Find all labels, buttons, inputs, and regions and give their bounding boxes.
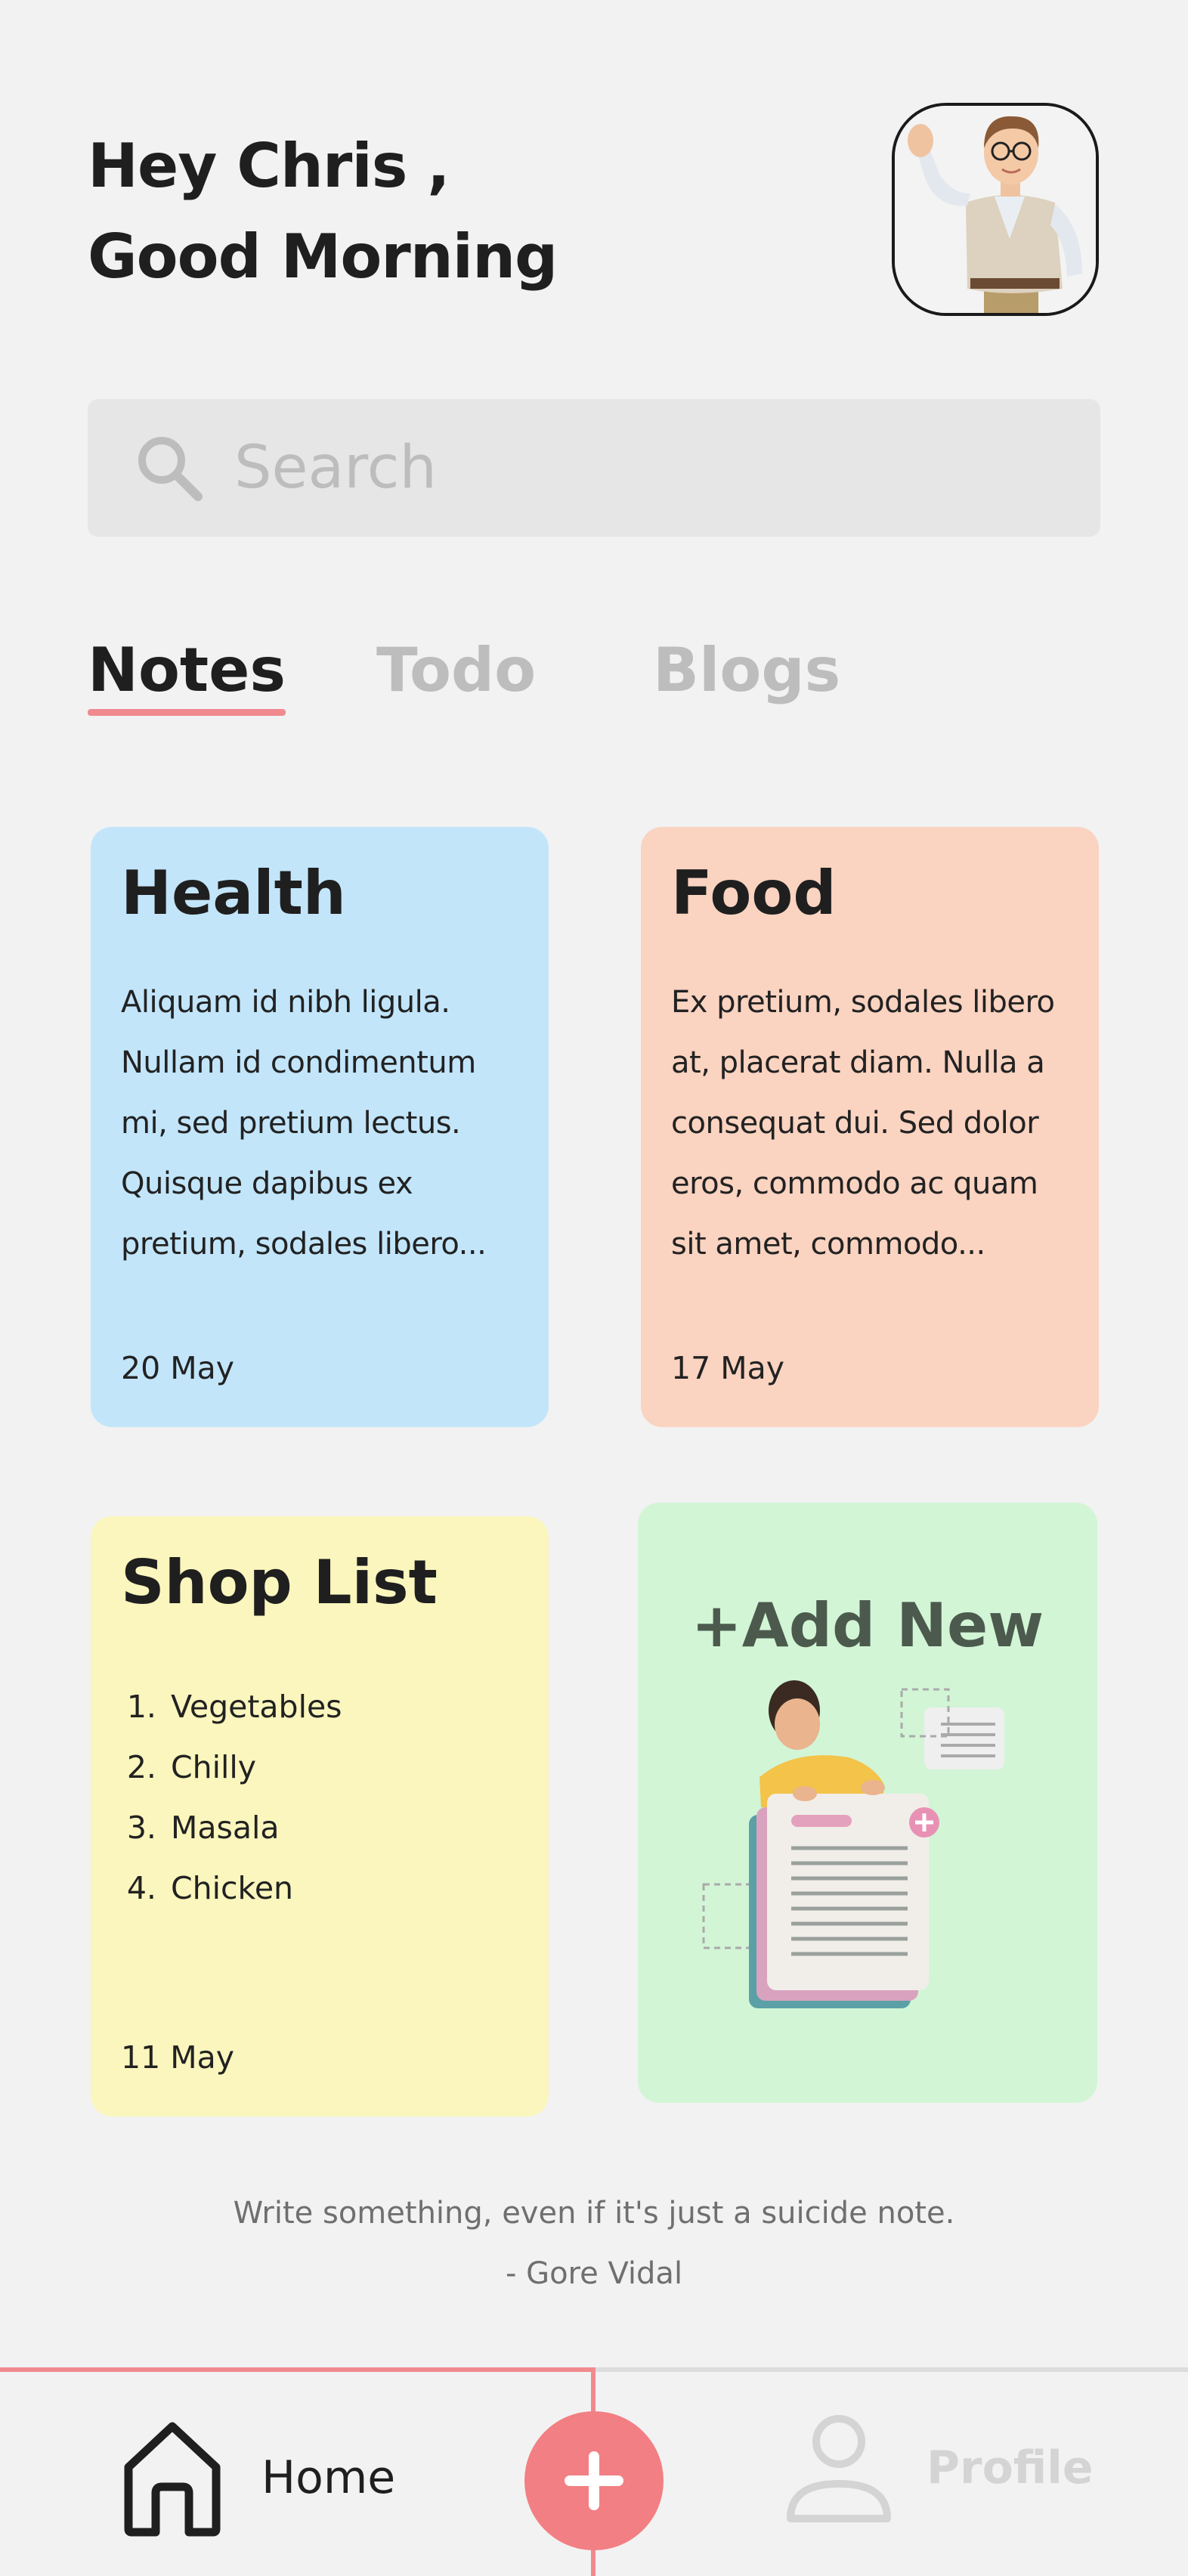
card-date: 11 May (121, 2039, 234, 2076)
shop-list: Vegetables Chilly Masala Chicken (121, 1677, 518, 1918)
card-date: 17 May (671, 1350, 784, 1386)
search-icon (138, 437, 203, 501)
card-body-line: at, placerat diam. Nulla a (671, 1045, 1045, 1080)
card-body-line: Nullam id condimentum (121, 1045, 476, 1080)
avatar-character-icon (895, 106, 1096, 313)
card-body-line: sit amet, commodo... (671, 1227, 985, 1262)
list-item: Vegetables (166, 1677, 518, 1737)
list-item: Chilly (166, 1737, 518, 1797)
add-new-note-card[interactable]: +Add New (638, 1503, 1097, 2103)
card-date: 20 May (121, 1350, 234, 1386)
profile-icon (787, 2415, 891, 2522)
add-new-label: +Add New (691, 1590, 1044, 1661)
avatar[interactable] (892, 103, 1099, 316)
note-card-food[interactable]: Food Ex pretium, sodales libero at, plac… (641, 827, 1099, 1427)
card-body-line: eros, commodo ac quam (671, 1166, 1038, 1201)
nav-divider (594, 2367, 1188, 2372)
card-body-line: Aliquam id nibh ligula. (121, 985, 450, 1020)
nav-profile-label: Profile (927, 2441, 1094, 2494)
plus-icon (565, 2451, 623, 2510)
list-item: Masala (166, 1797, 518, 1858)
notes-illustration-icon (702, 1680, 1004, 2008)
quote-text: Write something, even if it's just a sui… (233, 2196, 955, 2231)
greeting-time: Good Morning (88, 221, 558, 292)
card-title: Food (671, 858, 837, 928)
card-title: Health (121, 858, 346, 928)
quote-author: - Gore Vidal (505, 2256, 683, 2291)
search-input[interactable] (233, 433, 992, 503)
bottom-navigation: Home Profile (0, 2358, 1188, 2576)
nav-profile-button[interactable]: Profile (784, 2411, 1094, 2525)
search-bar[interactable] (88, 399, 1100, 537)
greeting-name: Hey Chris , (88, 131, 450, 201)
card-body: Aliquam id nibh ligula. Nullam id condim… (121, 972, 518, 1274)
note-card-shop-list[interactable]: Shop List Vegetables Chilly Masala Chick… (91, 1516, 549, 2116)
nav-divider-active (0, 2367, 594, 2372)
tab-notes[interactable]: Notes (88, 635, 286, 716)
quote: Write something, even if it's just a sui… (0, 2183, 1188, 2304)
card-body-line: Ex pretium, sodales libero (671, 985, 1055, 1020)
card-body-line: Quisque dapibus ex (121, 1166, 413, 1201)
card-body: Ex pretium, sodales libero at, placerat … (671, 972, 1069, 1274)
card-body-line: pretium, sodales libero... (121, 1227, 487, 1262)
greeting: Hey Chris , Good Morning (88, 121, 558, 302)
card-body-line: mi, sed pretium lectus. (121, 1106, 461, 1141)
card-title: Shop List (121, 1547, 438, 1618)
tab-todo[interactable]: Todo (376, 635, 536, 705)
tab-blogs[interactable]: Blogs (653, 635, 840, 705)
home-icon (124, 2422, 221, 2537)
list-item: Chicken (166, 1858, 518, 1918)
add-note-button[interactable] (524, 2411, 664, 2550)
nav-home-label: Home (261, 2451, 396, 2504)
card-body-line: consequat dui. Sed dolor (671, 1106, 1039, 1141)
note-card-health[interactable]: Health Aliquam id nibh ligula. Nullam id… (91, 827, 549, 1427)
nav-home-button[interactable]: Home (119, 2417, 395, 2538)
